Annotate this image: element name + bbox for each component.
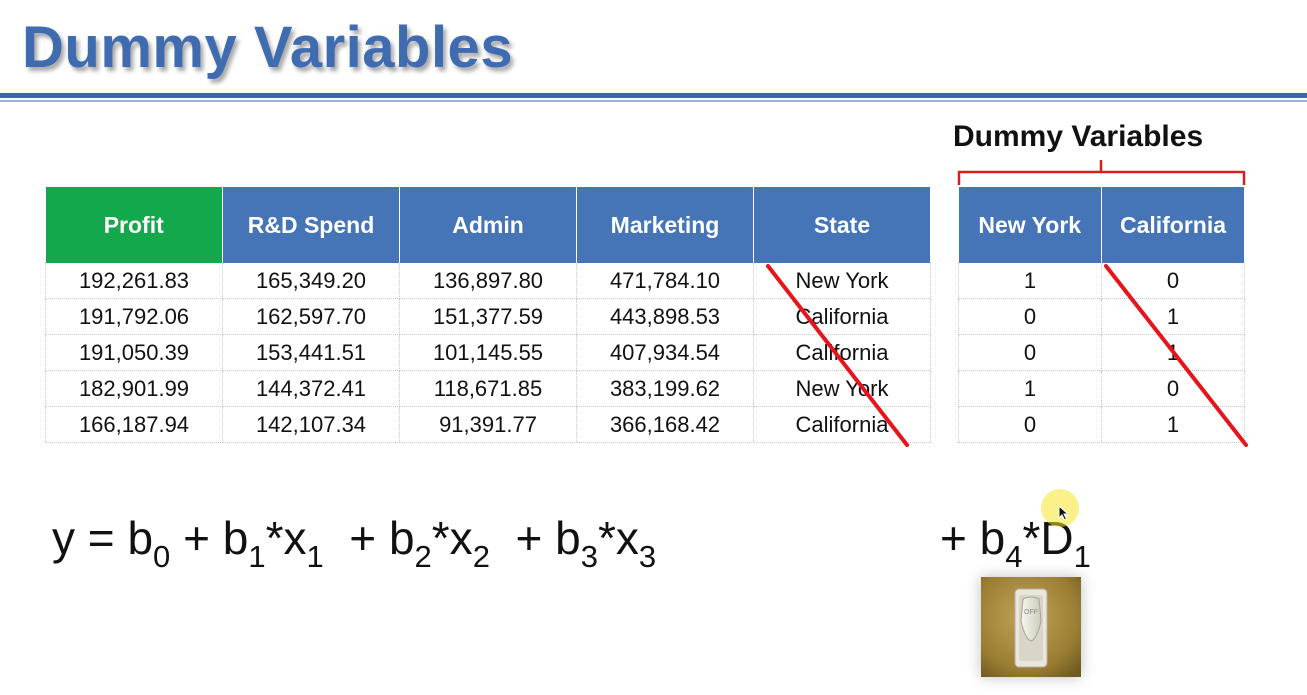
eq-d1-sub: 1	[1073, 539, 1091, 574]
eq-plus: +	[349, 512, 377, 564]
switch-off-label: OFF	[1024, 609, 1038, 616]
eq-b2: b	[388, 512, 415, 564]
eq-x2: *x	[431, 512, 473, 564]
eq-plus: +	[940, 512, 967, 564]
eq-b1: b	[222, 512, 249, 564]
eq-b3: b	[555, 512, 581, 564]
eq-b3-sub: 3	[580, 539, 598, 574]
eq-b4-sub: 4	[1005, 539, 1023, 574]
eq-b1-sub: 1	[248, 539, 266, 574]
california-strike-line	[1104, 264, 1248, 447]
eq-x1: *x	[265, 512, 307, 564]
eq-b0-sub: 0	[153, 539, 171, 574]
cursor-arrow-icon	[1058, 505, 1070, 521]
dummy-variables-bracket	[957, 160, 1246, 185]
state-strike-line	[766, 264, 909, 447]
eq-y: y	[52, 512, 75, 564]
eq-equals: =	[87, 512, 115, 564]
eq-x1-sub: 1	[306, 539, 324, 574]
eq-b4: b	[979, 512, 1006, 564]
eq-plus: +	[515, 512, 543, 564]
eq-plus: +	[183, 512, 210, 564]
eq-x3-sub: 3	[638, 539, 657, 574]
eq-b0: b	[127, 512, 154, 564]
light-switch-icon: OFF	[981, 577, 1081, 677]
regression-equation: y = b0 + b1*x1 + b2*x2 + b3*x3	[52, 512, 656, 572]
eq-x2-sub: 2	[472, 539, 490, 574]
eq-x3: *x	[598, 512, 639, 564]
annotation-overlay	[766, 160, 1248, 447]
eq-b2-sub: 2	[414, 539, 432, 574]
